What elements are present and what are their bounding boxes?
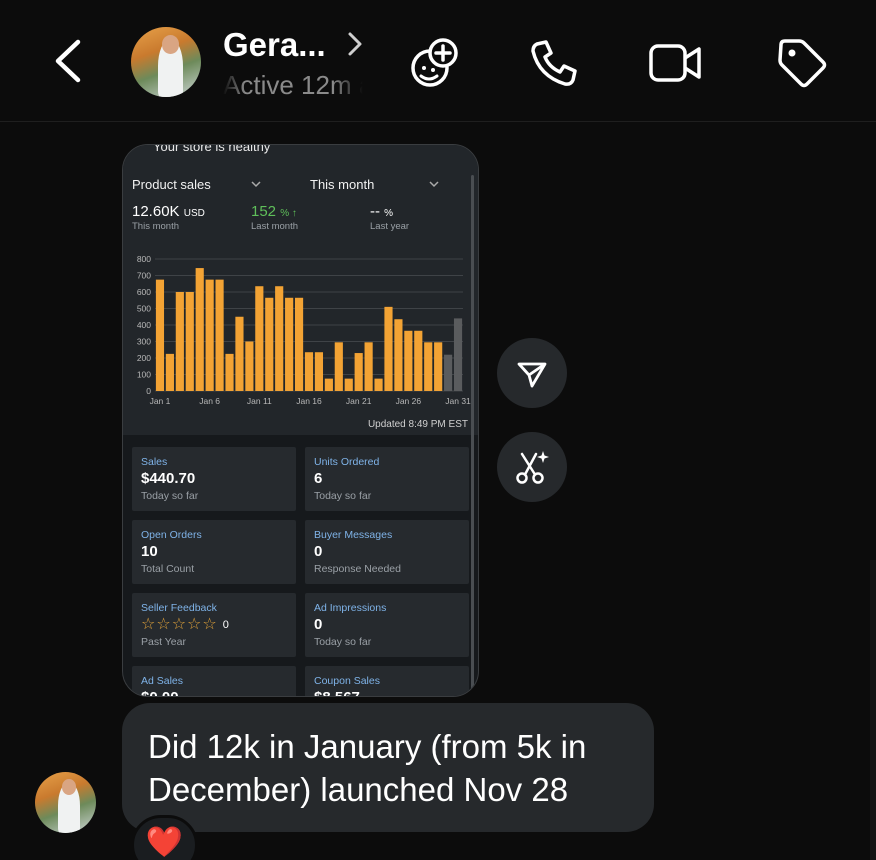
bar-jan-1	[155, 279, 165, 391]
bar-jan-28	[424, 342, 433, 391]
y-tick-label: 0	[146, 386, 151, 396]
bar-jan-8	[225, 353, 234, 391]
y-tick-label: 200	[137, 353, 151, 363]
metric-last-year: -- %	[370, 203, 394, 220]
y-tick-label: 800	[137, 254, 151, 264]
bar-jan-22	[364, 342, 373, 391]
dropdown-metric: Product sales	[132, 177, 211, 192]
bar-jan-29	[434, 342, 443, 391]
x-tick-label: Jan 16	[296, 396, 322, 406]
back-chevron-icon[interactable]	[48, 36, 88, 86]
bar-jan-2	[165, 353, 174, 391]
y-tick-label: 500	[137, 304, 151, 314]
scroll-edge	[870, 560, 876, 860]
effects-icon[interactable]	[408, 36, 462, 90]
sales-bar-chart: 0 100 200 300 400 500 600 700 800 Jan 1 Jan 6 Jan 1…	[137, 254, 471, 406]
heart-reaction[interactable]: ❤️	[131, 815, 198, 860]
y-tick-label: 600	[137, 287, 151, 297]
message-bubble[interactable]: Did 12k in January (from 5k in December)…	[122, 703, 654, 832]
phone-icon[interactable]	[527, 36, 581, 90]
tile-sales: Sales $440.70 Today so far	[132, 447, 296, 511]
bar-jan-5	[195, 268, 204, 391]
metric-this-month: 12.60K USD	[132, 203, 205, 220]
bar-jan-17	[314, 352, 324, 391]
y-tick-label: 400	[137, 320, 151, 330]
tile-seller-feedback: Seller Feedback ☆ ☆ ☆ ☆ ☆ 0 Past Year	[132, 593, 296, 657]
star-icon: ☆	[141, 616, 156, 633]
tile-ad-sales: Ad Sales$0.00	[132, 666, 296, 696]
shared-screenshot[interactable]: Your store is healthy Product sales This…	[122, 144, 479, 697]
scissors-sparkle-icon	[516, 451, 549, 484]
cutout-button[interactable]	[497, 432, 567, 502]
heart-icon: ❤️	[145, 826, 184, 859]
metric-last-month: 152 % ↑	[251, 203, 297, 220]
chat-header: Gera... Active 12m ago	[0, 0, 876, 122]
scrollbar	[471, 175, 474, 696]
star-icon: ☆	[187, 616, 202, 633]
bar-jan-26	[404, 330, 413, 391]
bar-jan-18	[324, 378, 333, 391]
store-banner: Your store is healthy	[153, 144, 271, 154]
bar-jan-15	[294, 297, 304, 391]
tile-open-orders: Open Orders 10 Total Count	[132, 520, 296, 584]
x-tick-label: Jan 21	[346, 396, 372, 406]
active-status: Active 12m ago	[223, 70, 363, 100]
bar-jan-14	[285, 297, 294, 391]
bar-jan-23	[374, 378, 383, 391]
metric-label: This month	[132, 221, 179, 232]
star-icon: ☆	[202, 616, 217, 633]
bar-jan-24	[384, 306, 393, 391]
bar-jan-25	[394, 319, 403, 391]
tile-ad-impressions: Ad Impressions 0 Today so far	[305, 593, 469, 657]
bar-jan-9	[235, 316, 244, 391]
x-tick-label: Jan 31	[445, 396, 471, 406]
x-tick-label: Jan 26	[396, 396, 422, 406]
x-tick-label: Jan 1	[150, 396, 171, 406]
bar-jan-6	[205, 279, 214, 391]
video-camera-icon[interactable]	[648, 36, 702, 90]
bar-jan-4	[185, 292, 194, 391]
star-icon: ☆	[171, 616, 187, 633]
arrow-up-icon: ↑	[289, 208, 297, 219]
dropdown-period: This month	[310, 177, 375, 192]
bar-jan-12	[265, 297, 274, 391]
updated-time: Updated 8:49 PM EST	[367, 419, 468, 430]
bar-jan-21	[354, 353, 363, 391]
bar-jan-27	[414, 330, 423, 391]
chevron-down-icon	[251, 181, 261, 188]
bar-jan-7	[215, 279, 224, 391]
share-button[interactable]	[497, 338, 567, 408]
dashboard-top: Your store is healthy Product sales This…	[123, 145, 478, 435]
metric-label: Last month	[251, 221, 298, 232]
tile-units-ordered: Units Ordered 6 Today so far	[305, 447, 469, 511]
x-tick-label: Jan 11	[247, 396, 272, 406]
x-tick-label: Jan 6	[199, 396, 220, 406]
chevron-down-icon	[429, 181, 439, 188]
bar-jan-3	[175, 292, 184, 391]
bar-jan-31	[453, 318, 463, 391]
bar-jan-30	[444, 354, 453, 391]
contact-name[interactable]: Gera...	[223, 26, 326, 64]
bar-jan-20	[344, 378, 353, 391]
bar-jan-10	[245, 341, 254, 391]
bar-jan-16	[304, 352, 314, 391]
bar-jan-13	[275, 286, 284, 391]
y-tick-label: 100	[137, 370, 151, 380]
metric-label: Last year	[370, 221, 410, 232]
bar-jan-19	[334, 342, 343, 391]
y-tick-label: 300	[137, 337, 151, 347]
sender-avatar[interactable]	[35, 772, 96, 833]
y-tick-label: 700	[137, 271, 151, 281]
chevron-right-icon[interactable]	[346, 30, 364, 58]
tile-coupon-sales: Coupon Sales$8,567	[305, 666, 469, 696]
send-icon	[517, 362, 547, 388]
tile-buyer-messages: Buyer Messages 0 Response Needed	[305, 520, 469, 584]
contact-avatar[interactable]	[131, 27, 201, 97]
tag-icon[interactable]	[775, 36, 829, 90]
star-icon: ☆	[156, 616, 171, 633]
star-rating: ☆ ☆ ☆ ☆ ☆ 0	[141, 616, 229, 633]
bar-jan-11	[255, 286, 264, 391]
